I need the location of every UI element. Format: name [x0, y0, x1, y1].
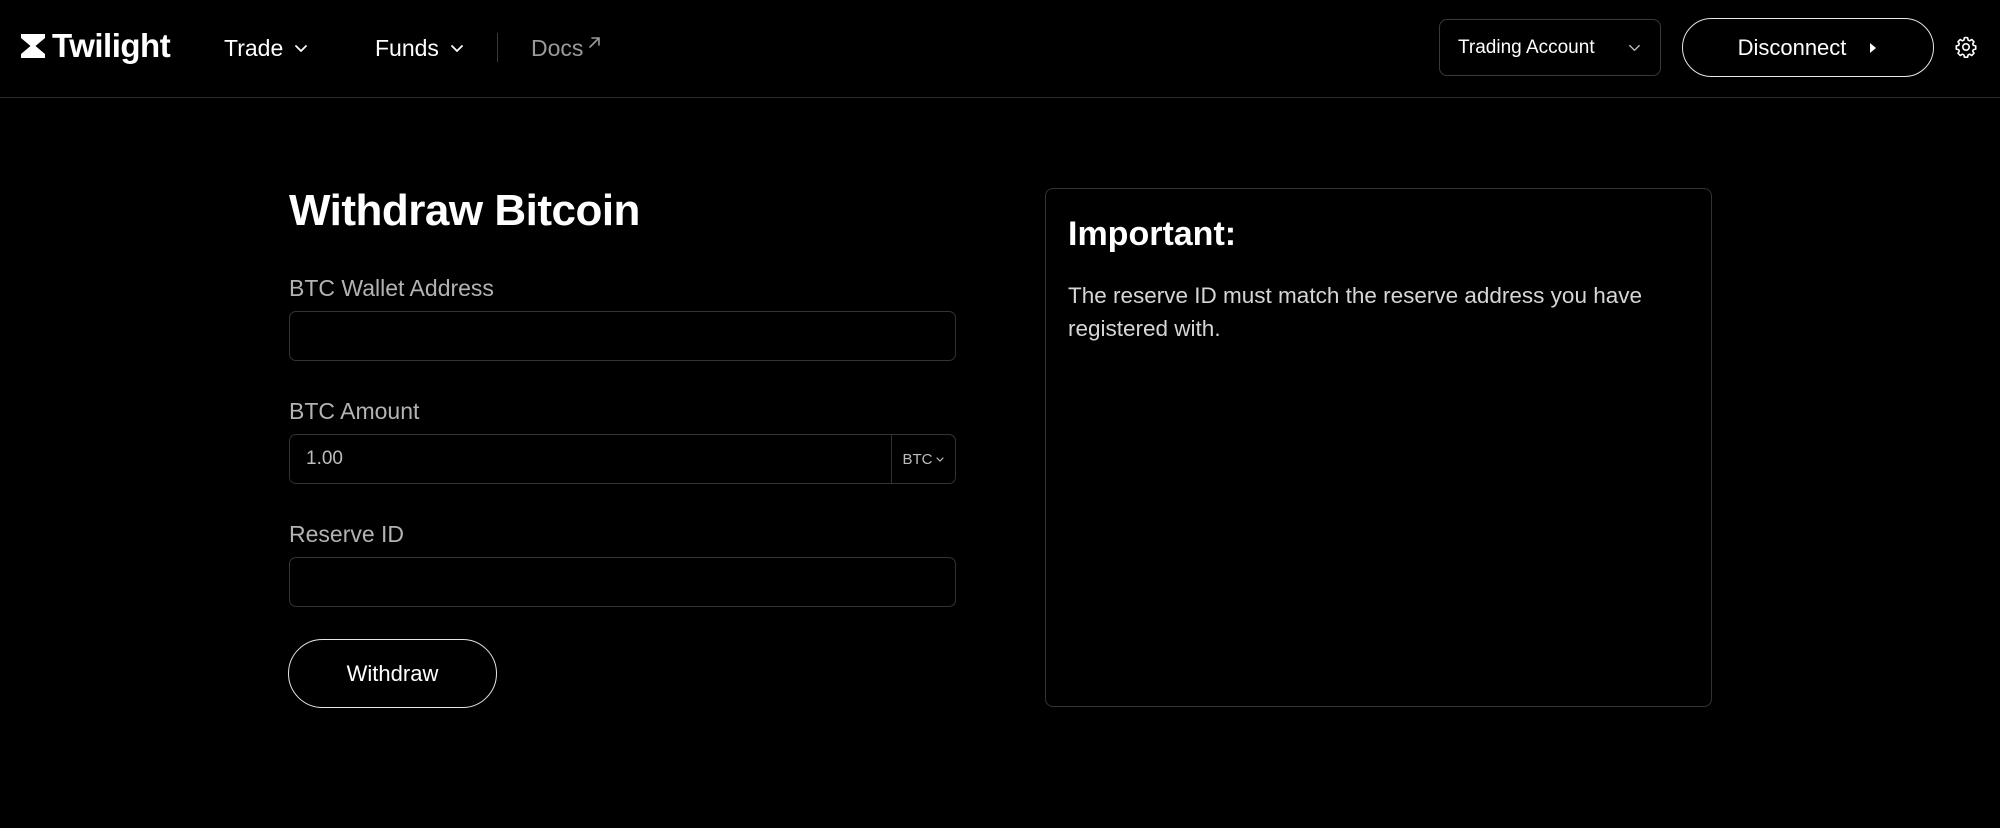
amount-unit-label: BTC [902, 450, 933, 468]
btc-amount-input[interactable] [290, 435, 891, 483]
chevron-down-icon [935, 457, 944, 462]
wallet-address-input[interactable] [289, 311, 956, 361]
top-navbar: Twilight Trade Funds Docs Trading Accoun… [0, 0, 2000, 98]
brand-name: Twilight [52, 27, 171, 64]
caret-right-icon [1870, 42, 1877, 53]
wallet-address-label: BTC Wallet Address [289, 275, 494, 301]
amount-unit-select[interactable]: BTC [891, 435, 955, 483]
info-text: The reserve ID must match the reserve ad… [1068, 283, 1643, 341]
info-title: Important: [1068, 215, 1237, 253]
nav-divider [497, 33, 498, 62]
nav-funds[interactable]: Funds [375, 30, 465, 66]
nav-trade[interactable]: Trade [224, 30, 309, 66]
account-select-label: Trading Account [1458, 36, 1595, 58]
disconnect-button[interactable]: Disconnect [1682, 18, 1934, 77]
nav-docs-label: Docs [531, 34, 584, 61]
reserve-id-input[interactable] [289, 557, 956, 607]
withdraw-button[interactable]: Withdraw [288, 639, 497, 708]
btc-amount-label: BTC Amount [289, 398, 420, 424]
chevron-down-icon [451, 45, 463, 52]
page-title: Withdraw Bitcoin [289, 186, 640, 235]
chevron-down-icon [295, 45, 308, 52]
gear-icon[interactable] [1954, 35, 1978, 59]
twilight-hourglass-icon [21, 34, 45, 58]
brand-logo[interactable]: Twilight [20, 27, 171, 64]
btc-amount-field: BTC [289, 434, 956, 484]
nav-funds-label: Funds [375, 34, 439, 61]
nav-trade-label: Trade [224, 34, 284, 61]
reserve-id-label: Reserve ID [289, 521, 405, 547]
chevron-down-icon [1629, 44, 1640, 52]
disconnect-label: Disconnect [1737, 34, 1847, 60]
important-info-panel: Important: The reserve ID must match the… [1045, 188, 1712, 707]
external-link-icon [589, 36, 601, 48]
account-select[interactable]: Trading Account [1439, 19, 1661, 76]
nav-docs-link[interactable]: Docs [531, 30, 602, 66]
